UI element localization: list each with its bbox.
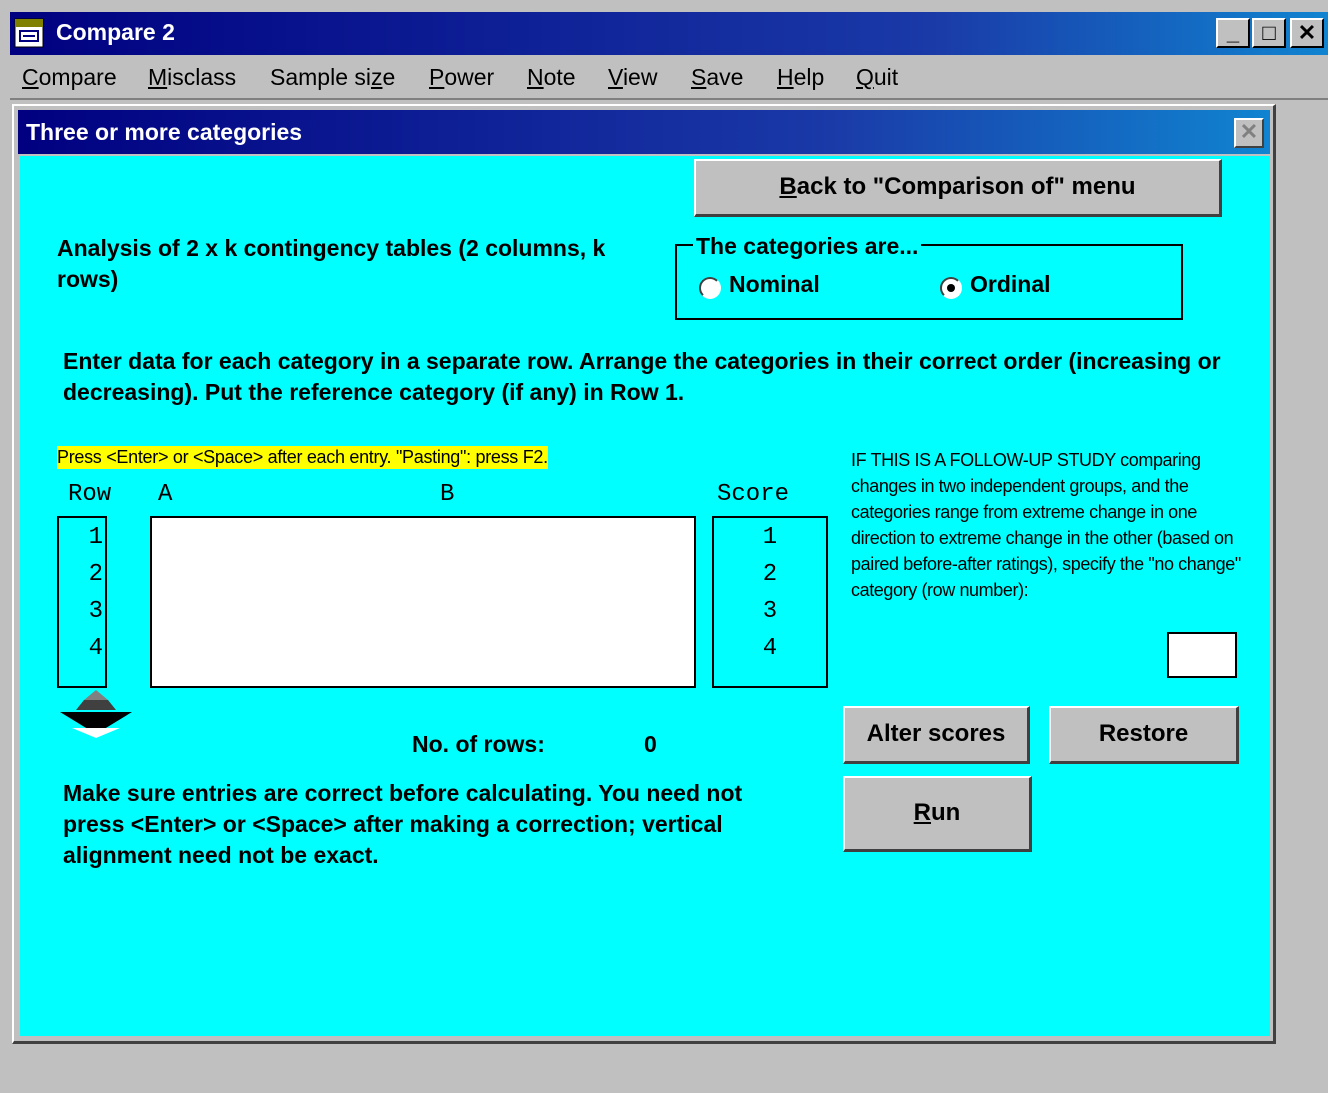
score-value: 2 bbox=[762, 561, 778, 588]
nominal-label[interactable]: Nominal bbox=[729, 271, 820, 298]
close-icon: ✕ bbox=[1239, 119, 1259, 144]
score-value: 4 bbox=[762, 635, 778, 662]
app-window-icon[interactable] bbox=[14, 18, 44, 48]
categories-legend: The categories are... bbox=[693, 233, 922, 260]
followup-study-note: IF THIS IS A FOLLOW-UP STUDY comparing c… bbox=[851, 450, 1241, 600]
app-title: Compare 2 bbox=[56, 19, 175, 45]
radio-selected-dot bbox=[947, 284, 955, 292]
row-number: 2 bbox=[88, 561, 103, 588]
menu-misclass[interactable]: Misclass bbox=[148, 64, 236, 91]
data-entry-area[interactable] bbox=[150, 516, 696, 688]
menu-power[interactable]: Power bbox=[429, 64, 494, 91]
categories-dialog: Three or more categories ✕ Back to "Comp… bbox=[12, 104, 1276, 1044]
rows-count-label: No. of rows: bbox=[412, 731, 545, 757]
score-column-header: Score bbox=[717, 481, 790, 508]
close-button[interactable]: ✕ bbox=[1290, 18, 1324, 48]
minimize-button[interactable]: _ bbox=[1216, 18, 1250, 48]
ordinal-label[interactable]: Ordinal bbox=[970, 271, 1051, 298]
alter-scores-button[interactable]: Alter scores bbox=[843, 706, 1030, 764]
menu-compare[interactable]: Compare bbox=[22, 64, 117, 91]
menu-view[interactable]: View bbox=[608, 64, 657, 91]
dialog-close-button[interactable]: ✕ bbox=[1234, 118, 1264, 148]
score-value: 3 bbox=[762, 598, 778, 625]
arrow-down-icon[interactable] bbox=[58, 688, 134, 745]
analysis-description: Analysis of 2 x k contingency tables (2 … bbox=[57, 235, 606, 292]
dialog-titlebar: Three or more categories ✕ bbox=[18, 110, 1270, 154]
row-number: 3 bbox=[88, 598, 103, 625]
menu-quit[interactable]: Quit bbox=[856, 64, 898, 91]
app-titlebar: Compare 2 _ □ ✕ bbox=[10, 12, 1328, 55]
column-b-header: B bbox=[440, 481, 455, 508]
no-change-row-input[interactable] bbox=[1167, 632, 1237, 678]
dialog-content: Back to "Comparison of" menu Analysis of… bbox=[20, 156, 1270, 1036]
row-numbers-box: 1 2 3 4 bbox=[57, 516, 107, 688]
row-column-header: Row bbox=[68, 481, 112, 508]
ordinal-radio[interactable] bbox=[940, 277, 962, 299]
row-number: 1 bbox=[88, 524, 103, 551]
instructions-text: Enter data for each category in a separa… bbox=[63, 348, 1221, 405]
menu-sample-size[interactable]: Sample size bbox=[270, 64, 395, 91]
entry-hint: Press <Enter> or <Space> after each entr… bbox=[57, 446, 548, 469]
score-value: 1 bbox=[762, 524, 778, 551]
nominal-radio[interactable] bbox=[699, 277, 721, 299]
restore-button[interactable]: Restore bbox=[1049, 706, 1239, 764]
rows-count-value: 0 bbox=[644, 731, 657, 757]
maximize-button[interactable]: □ bbox=[1252, 18, 1286, 48]
scores-box: 1 2 3 4 bbox=[712, 516, 828, 688]
dialog-title: Three or more categories bbox=[26, 119, 303, 145]
menu-help[interactable]: Help bbox=[777, 64, 824, 91]
row-number: 4 bbox=[88, 635, 103, 662]
menu-save[interactable]: Save bbox=[691, 64, 743, 91]
correction-note: Make sure entries are correct before cal… bbox=[63, 780, 743, 868]
column-a-header: A bbox=[158, 481, 173, 508]
menu-note[interactable]: Note bbox=[527, 64, 576, 91]
back-to-comparison-button[interactable]: Back to "Comparison of" menu bbox=[694, 159, 1222, 217]
menu-bar: Compare Misclass Sample size Power Note … bbox=[10, 56, 1328, 100]
run-button[interactable]: Run bbox=[843, 776, 1032, 852]
